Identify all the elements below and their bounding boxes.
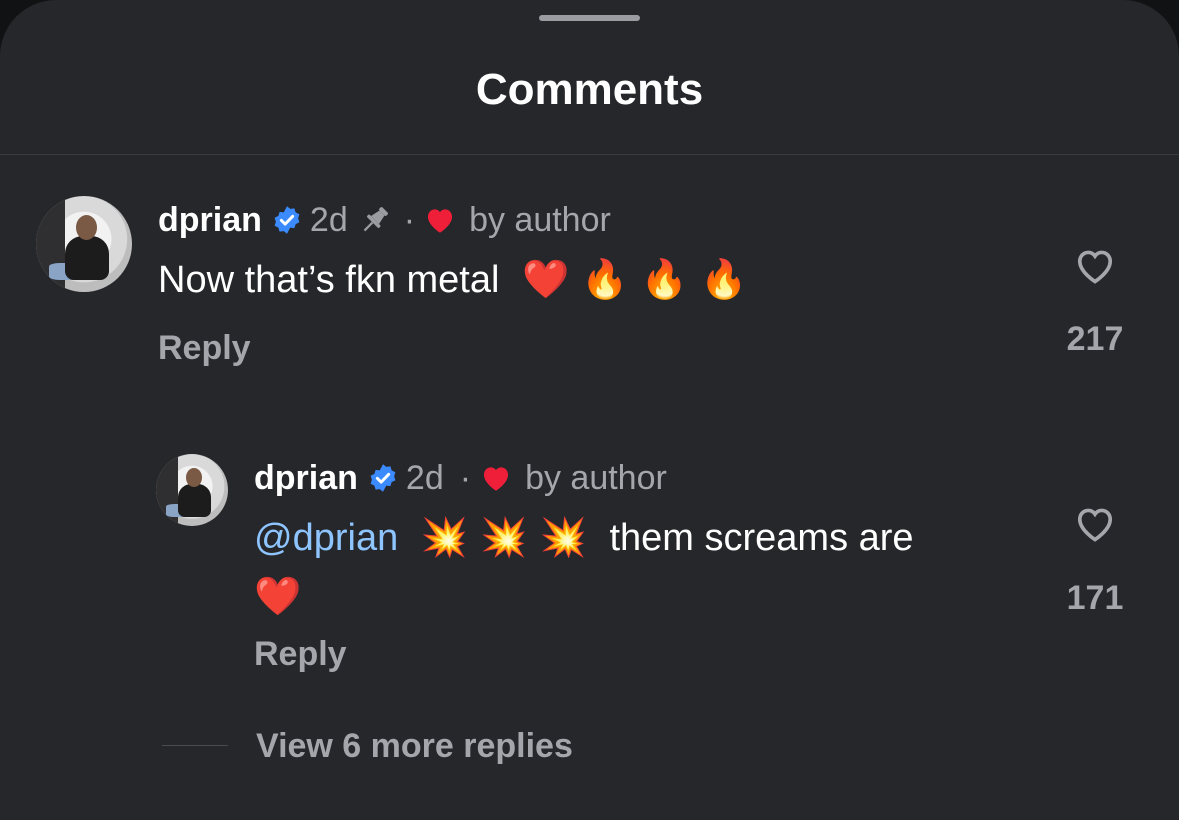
sheet-title: Comments — [475, 65, 704, 114]
comment-text: Now that’s fkn metal — [158, 259, 500, 301]
like-count: 171 — [1066, 579, 1124, 617]
timestamp: 2d — [309, 201, 348, 239]
comment-text: them screams are — [609, 517, 914, 559]
comment-body: @dprian 💥 💥 💥 them screams are ❤️ — [254, 508, 1014, 626]
comment-emojis: 💥 💥 💥 — [420, 515, 587, 559]
verified-badge-icon — [370, 464, 396, 492]
comments-sheet: Comments dprian 2d · by author Now that’… — [0, 0, 1179, 820]
heart-filled-icon — [484, 467, 509, 491]
drag-handle[interactable] — [539, 15, 640, 21]
avatar[interactable] — [36, 196, 132, 292]
liked-by-author-label: by author — [469, 201, 611, 239]
view-more-replies-button[interactable]: View 6 more replies — [256, 726, 573, 766]
comment-emojis: ❤️ 🔥 🔥 🔥 — [522, 257, 748, 301]
separator-dot: · — [459, 459, 472, 497]
separator-dot: · — [403, 201, 416, 239]
username[interactable]: dprian — [254, 458, 358, 498]
avatar[interactable] — [156, 454, 228, 526]
heart-filled-icon — [428, 209, 453, 233]
timestamp: 2d — [405, 459, 444, 497]
reply-button[interactable]: Reply — [254, 634, 347, 674]
liked-by-author-label: by author — [525, 459, 667, 497]
comment-meta: dprian 2d · by author — [158, 200, 611, 240]
trailing-emoji: ❤️ — [254, 574, 302, 618]
pin-icon — [363, 207, 388, 232]
comment-meta: dprian 2d · by author — [254, 458, 667, 498]
heart-outline-icon[interactable] — [1071, 502, 1119, 546]
thread-line — [162, 745, 228, 746]
verified-badge-icon — [274, 206, 300, 234]
reply-button[interactable]: Reply — [158, 328, 251, 368]
mention-link[interactable]: @dprian — [254, 517, 398, 559]
username[interactable]: dprian — [158, 200, 262, 240]
like-count: 217 — [1066, 320, 1124, 358]
comment-body: Now that’s fkn metal ❤️ 🔥 🔥 🔥 — [158, 250, 748, 309]
header-divider — [0, 154, 1179, 155]
heart-outline-icon[interactable] — [1071, 244, 1119, 288]
